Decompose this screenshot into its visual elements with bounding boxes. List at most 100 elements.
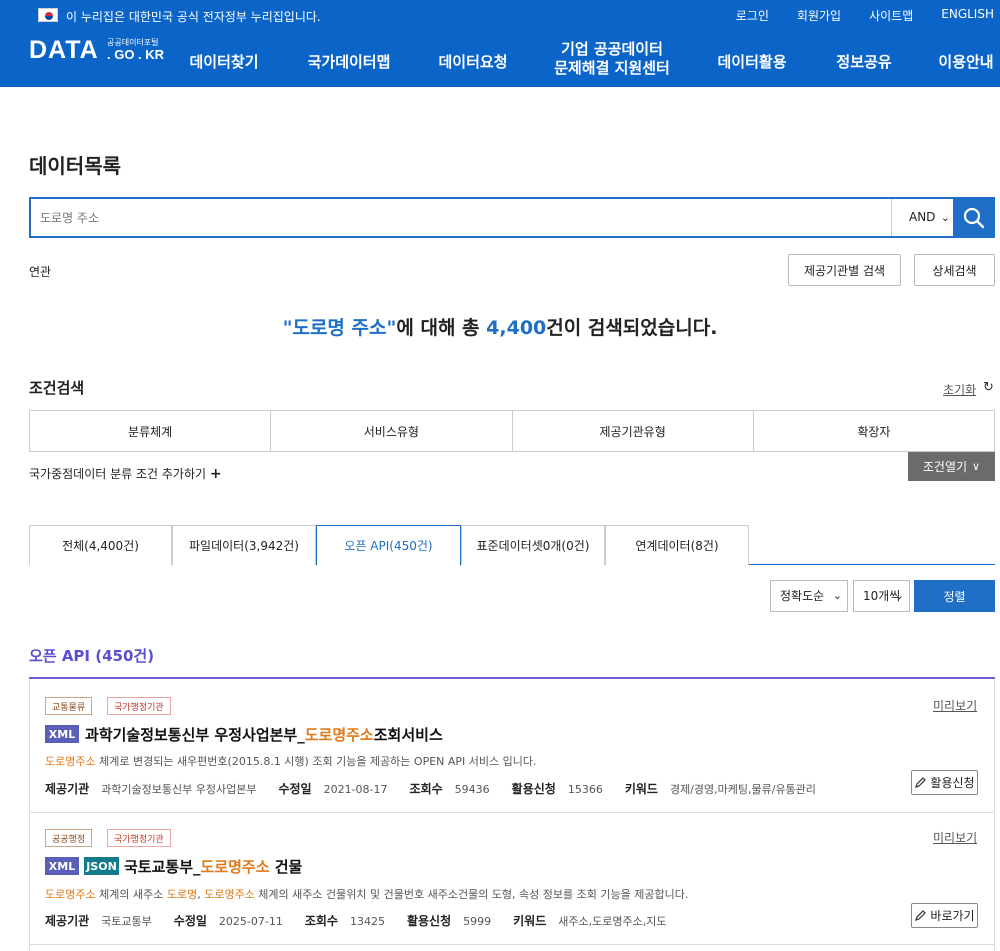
agency-type-tag: 국가행정기관 bbox=[107, 829, 171, 847]
title-prefix: 과학기술정보통신부 우정사업본부_ bbox=[85, 726, 305, 744]
open-conditions-label: 조건열기 bbox=[922, 460, 968, 474]
agency-type-tag: 국가행정기관 bbox=[107, 697, 171, 715]
top-bar: 이 누리집은 대한민국 공식 전자정부 누리집입니다. 로그인 회원가입 사이트… bbox=[0, 0, 1000, 30]
chevron-down-icon: ⌄ bbox=[894, 589, 904, 602]
keyword-value: 경제/경영,마케팅,물류/유통관리 bbox=[669, 783, 816, 796]
condition-category[interactable]: 분류체계 bbox=[30, 411, 272, 451]
detail-search-button[interactable]: 상세검색 bbox=[914, 254, 995, 286]
menu-data-request[interactable]: 데이터요청 bbox=[438, 51, 507, 72]
format-badge-xml: XML bbox=[45, 725, 79, 743]
item-title[interactable]: 국토교통부_도로명주소 건물 bbox=[124, 856, 302, 877]
add-condition-label: 국가중점데이터 분류 조건 추가하기 bbox=[29, 467, 207, 481]
views-label: 조회수 bbox=[409, 782, 443, 796]
menu-enterprise-line1: 기업 공공데이터 bbox=[561, 40, 663, 58]
sort-button[interactable]: 정렬 bbox=[914, 580, 995, 612]
chevron-down-icon: ⌄ bbox=[940, 211, 950, 224]
sitemap-link[interactable]: 사이트맵 bbox=[869, 7, 913, 24]
tab-all[interactable]: 전체(4,400건) bbox=[29, 525, 172, 565]
title-suffix: 조회서비스 bbox=[373, 726, 443, 744]
desc-highlight: 도로명주소 bbox=[45, 755, 96, 768]
goto-button[interactable]: 바로가기 bbox=[911, 903, 978, 928]
item-divider bbox=[30, 944, 994, 945]
pencil-icon bbox=[915, 777, 927, 788]
menu-data-search[interactable]: 데이터찾기 bbox=[189, 51, 258, 72]
org-label: 제공기관 bbox=[45, 914, 90, 928]
tab-open-api[interactable]: 오픈 API(450건) bbox=[316, 525, 461, 566]
result-mid: 에 대해 총 bbox=[396, 317, 487, 339]
menu-national-data-map[interactable]: 국가데이터맵 bbox=[308, 51, 391, 72]
item-divider bbox=[30, 812, 994, 813]
apply-button[interactable]: 활용신청 bbox=[911, 770, 978, 795]
logo-domain-text: . GO . KR bbox=[107, 47, 165, 62]
add-national-condition[interactable]: 국가중점데이터 분류 조건 추가하기 + bbox=[29, 465, 222, 482]
per-page-select[interactable]: 10개씩 ⌄ bbox=[853, 580, 910, 612]
operator-select[interactable]: AND ⌄ bbox=[891, 199, 955, 236]
menu-data-use[interactable]: 데이터활용 bbox=[717, 51, 786, 72]
condition-provider-type[interactable]: 제공기관유형 bbox=[513, 411, 754, 451]
item-title[interactable]: 과학기술정보통신부 우정사업본부_도로명주소조회서비스 bbox=[85, 724, 443, 745]
chevron-down-icon: ⌄ bbox=[832, 589, 842, 602]
related-label: 연관 bbox=[29, 265, 52, 279]
format-badge-json: JSON bbox=[84, 857, 119, 875]
open-conditions-button[interactable]: 조건열기 ∨ bbox=[908, 452, 995, 481]
result-quote-close: " bbox=[386, 317, 397, 339]
tab-linked-data[interactable]: 연계데이터(8건) bbox=[605, 525, 749, 565]
org-label: 제공기관 bbox=[45, 782, 90, 796]
title-highlight: 도로명주소 bbox=[200, 858, 270, 876]
title-prefix: 국토교통부_ bbox=[124, 858, 201, 876]
menu-user-guide[interactable]: 이용안내 bbox=[938, 51, 993, 72]
english-link[interactable]: ENGLISH bbox=[941, 7, 994, 24]
goto-button-label: 바로가기 bbox=[930, 909, 975, 923]
search-input[interactable] bbox=[31, 199, 891, 236]
keyword-label: 키워드 bbox=[513, 914, 547, 928]
site-header: 이 누리집은 대한민국 공식 전자정부 누리집입니다. 로그인 회원가입 사이트… bbox=[0, 0, 1000, 87]
desc-highlight: 도로명 bbox=[166, 888, 198, 901]
title-highlight: 도로명주소 bbox=[304, 726, 374, 744]
desc-text: 체계의 새주소 bbox=[95, 888, 167, 901]
org-search-button[interactable]: 제공기관별 검색 bbox=[788, 254, 901, 286]
result-quote-open: " bbox=[282, 317, 293, 339]
search-icon bbox=[963, 207, 985, 228]
desc-highlight: 도로명주소 bbox=[204, 888, 255, 901]
list-border-left bbox=[29, 679, 30, 951]
apply-label: 활용신청 bbox=[406, 914, 452, 928]
korea-flag-icon bbox=[38, 8, 58, 22]
condition-service-type[interactable]: 서비스유형 bbox=[271, 411, 513, 451]
tab-standard-dataset[interactable]: 표준데이터셋0개(0건) bbox=[461, 525, 605, 565]
plus-icon: + bbox=[209, 466, 222, 482]
search-bar: AND ⌄ bbox=[29, 197, 995, 238]
desc-text: 체계로 변경되는 새우편번호(2015.8.1 시행) 조회 기능을 제공하는 … bbox=[95, 755, 537, 768]
menu-enterprise-line2: 문제해결 지원센터 bbox=[554, 59, 670, 77]
apply-button-label: 활용신청 bbox=[930, 776, 975, 790]
result-summary: "도로명 주소"에 대해 총 4,400건이 검색되었습니다. bbox=[0, 313, 1000, 340]
views-value: 13425 bbox=[349, 915, 385, 928]
signup-link[interactable]: 회원가입 bbox=[797, 7, 841, 24]
login-link[interactable]: 로그인 bbox=[736, 7, 769, 24]
tab-file-data[interactable]: 파일데이터(3,942건) bbox=[172, 525, 316, 565]
condition-extension[interactable]: 확장자 bbox=[754, 411, 994, 451]
top-links: 로그인 회원가입 사이트맵 ENGLISH bbox=[708, 7, 994, 24]
modified-value: 2025-07-11 bbox=[218, 915, 283, 928]
reset-link[interactable]: 초기화 bbox=[943, 381, 976, 398]
sort-order-select[interactable]: 정확도순 ⌄ bbox=[770, 580, 848, 612]
gov-banner-text: 이 누리집은 대한민국 공식 전자정부 누리집입니다. bbox=[66, 10, 321, 24]
refresh-icon[interactable]: ↻ bbox=[983, 380, 994, 395]
operator-value: AND bbox=[909, 210, 936, 224]
item-meta: 제공기관 국토교통부 수정일 2025-07-11 조회수 13425 활용신청 599… bbox=[45, 912, 688, 929]
chevron-down-icon: ∨ bbox=[972, 460, 981, 473]
apply-label: 활용신청 bbox=[511, 782, 556, 796]
list-top-border bbox=[29, 677, 995, 679]
apply-value: 15366 bbox=[567, 783, 603, 796]
menu-info-share[interactable]: 정보공유 bbox=[836, 51, 891, 72]
keyword-label: 키워드 bbox=[624, 782, 658, 796]
preview-link[interactable]: 미리보기 bbox=[933, 697, 977, 714]
page-title: 데이터목록 bbox=[29, 154, 121, 178]
org-value: 과학기술정보통신부 우정사업본부 bbox=[101, 783, 257, 796]
preview-link[interactable]: 미리보기 bbox=[933, 829, 977, 846]
condition-table: 분류체계 서비스유형 제공기관유형 확장자 bbox=[29, 410, 995, 452]
search-button[interactable] bbox=[953, 197, 995, 238]
apply-value: 5999 bbox=[463, 915, 492, 928]
title-suffix: 건물 bbox=[269, 858, 303, 876]
result-count: 4,400 bbox=[486, 317, 547, 339]
menu-enterprise-support[interactable]: 기업 공공데이터 문제해결 지원센터 bbox=[554, 40, 670, 78]
